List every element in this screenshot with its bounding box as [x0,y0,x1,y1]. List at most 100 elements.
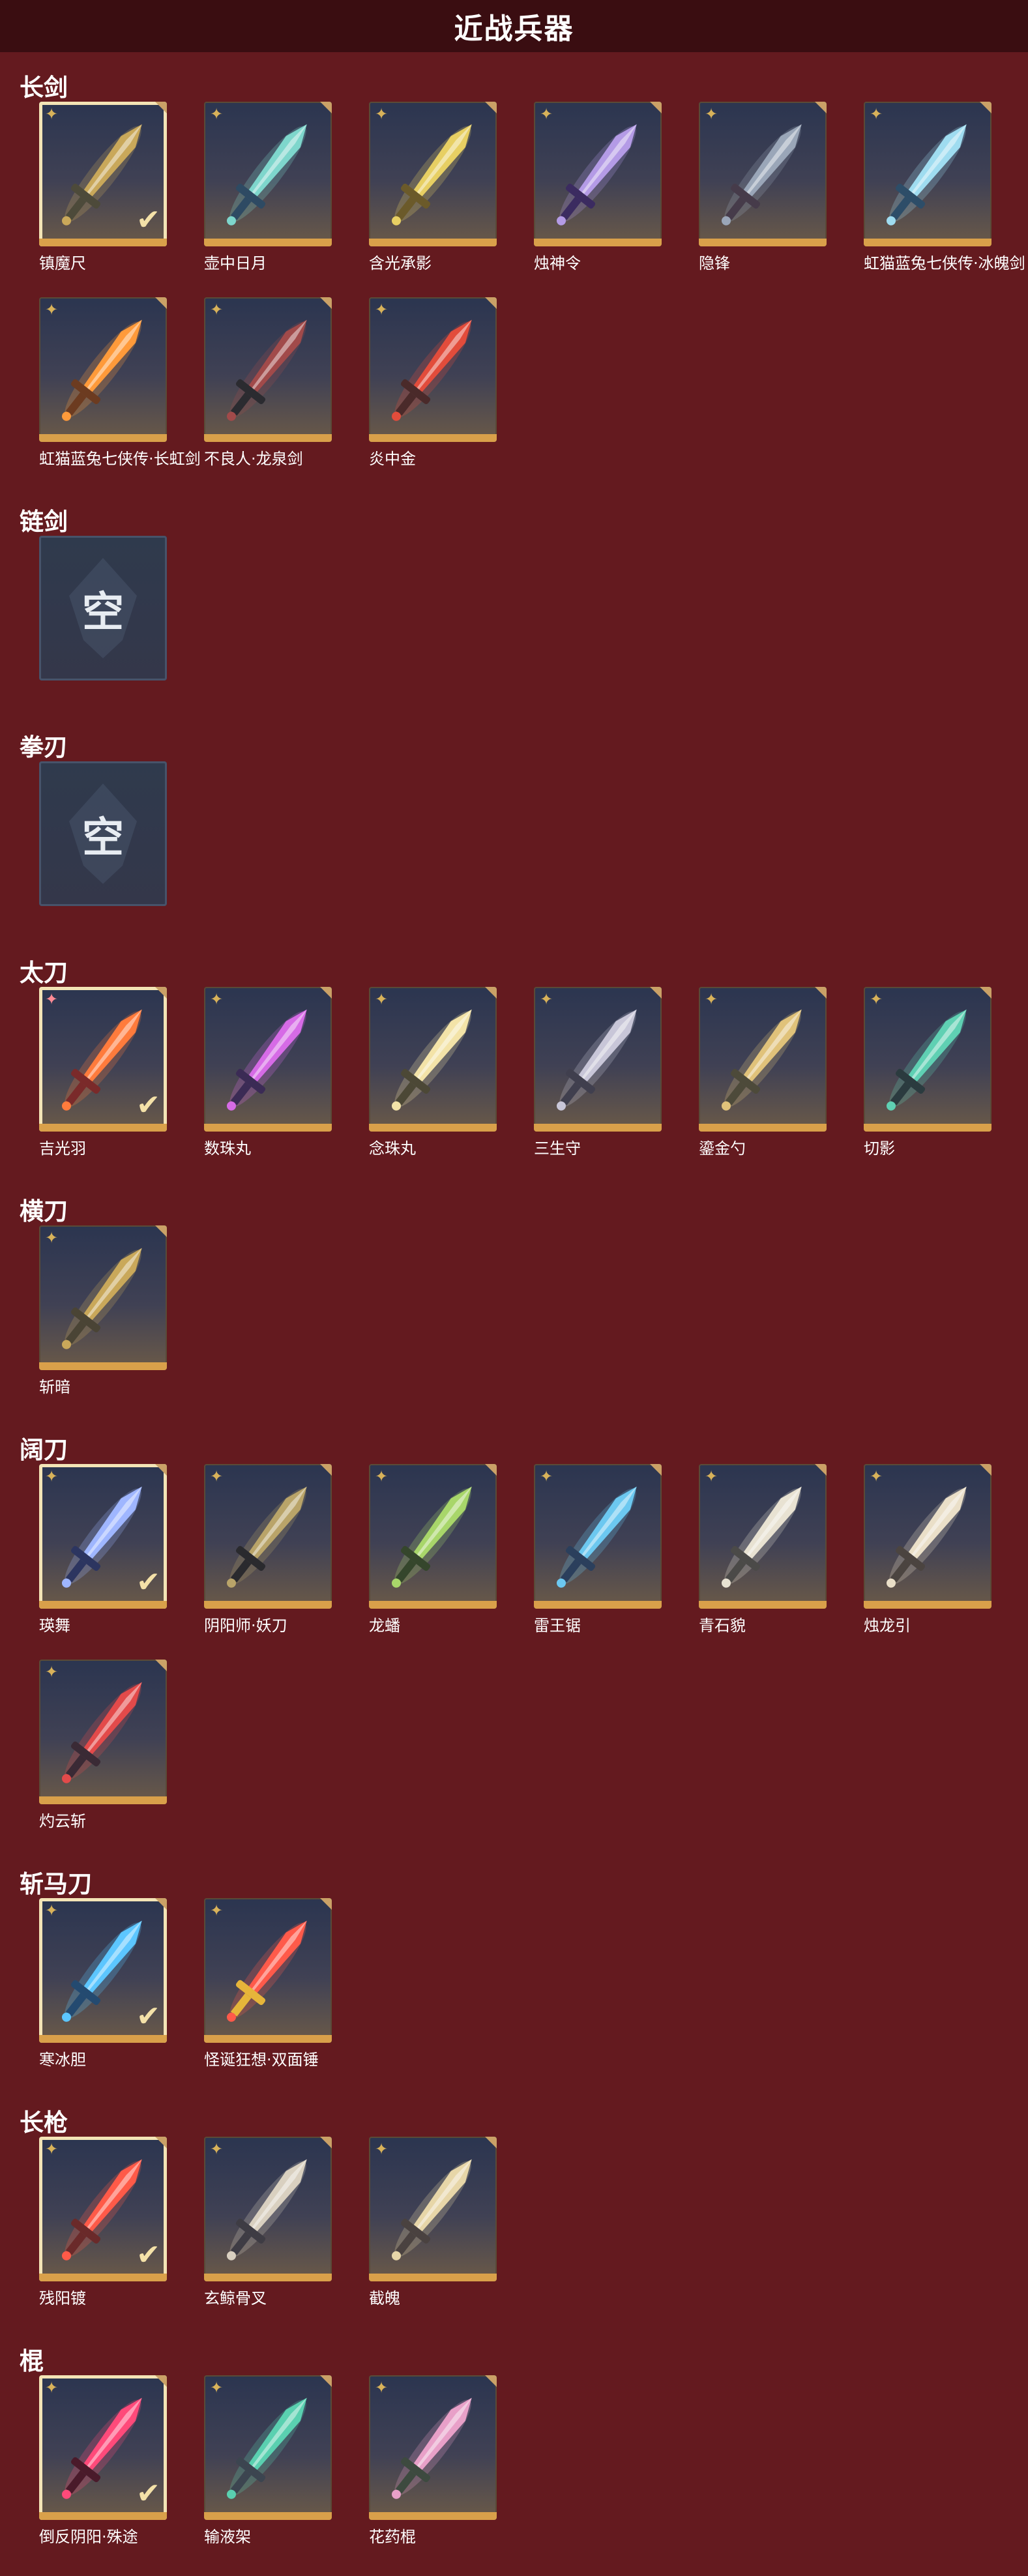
weapon-item[interactable]: ✦ 数珠丸 [186,987,349,1176]
empty-slot-card[interactable]: 空 [39,761,167,906]
card-corner [650,102,662,113]
weapon-item[interactable]: ✦ ✔ 镇魔尺 [21,102,184,291]
weapon-item[interactable]: ✦ 隐锋 [681,102,844,291]
card-corner [155,2375,167,2387]
empty-slot[interactable]: 空 [21,536,184,725]
card-corner [815,102,827,113]
empty-slot[interactable]: 空 [21,761,184,950]
weapon-item[interactable]: ✦ 三生守 [516,987,679,1176]
weapon-card[interactable]: ✦ [864,987,991,1132]
weapon-card[interactable]: ✦ [204,102,332,246]
weapon-card[interactable]: ✦ [864,102,991,246]
weapon-item[interactable]: ✦ 烛神令 [516,102,679,291]
weapon-item[interactable]: ✦ 花药棍 [351,2375,514,2564]
weapon-item[interactable]: ✦ 含光承影 [351,102,514,291]
weapon-item[interactable]: ✦ 切影 [845,987,1008,1176]
weapon-card[interactable]: ✦ [864,1464,991,1609]
weapon-card[interactable]: ✦ [204,2137,332,2281]
weapon-name: 虹猫蓝兔七侠传·长虹剑 [39,450,201,468]
weapon-icon [556,1486,637,1588]
weapon-card[interactable]: ✦ [369,1464,497,1609]
weapon-icon [556,124,637,226]
weapon-card[interactable]: ✦ [204,1898,332,2043]
weapon-item[interactable]: ✦ 雷王锯 [516,1464,679,1653]
weapon-card[interactable]: ✦ ✔ [39,2137,167,2281]
card-corner [320,987,332,999]
card-corner [155,2137,167,2148]
weapon-card[interactable]: ✦ [204,987,332,1132]
weapon-card[interactable]: ✦ [369,2375,497,2520]
weapon-card[interactable]: ✦ [534,987,662,1132]
weapon-item[interactable]: ✦ 鎏金勺 [681,987,844,1176]
weapon-item[interactable]: ✦ ✔ 倒反阴阳·殊途 [21,2375,184,2564]
category-section-horizontal-blade: 横刀 ✦ 斩暗 [0,1188,1028,1426]
weapon-item[interactable]: ✦ 龙蟠 [351,1464,514,1653]
weapon-card[interactable]: ✦ [204,2375,332,2520]
rarity-bar [699,239,827,246]
weapon-card[interactable]: ✦ ✔ [39,1464,167,1609]
weapon-card[interactable]: ✦ [699,1464,827,1609]
weapon-item[interactable]: ✦ ✔ 寒冰胆 [21,1898,184,2087]
weapon-card[interactable]: ✦ ✔ [39,102,167,246]
rarity-star-icon: ✦ [375,300,389,319]
weapon-card[interactable]: ✦ ✔ [39,1898,167,2043]
rarity-bar [204,239,332,246]
weapon-item[interactable]: ✦ ✔ 瑛舞 [21,1464,184,1653]
rarity-star-icon: ✦ [375,1467,389,1486]
rarity-star-icon: ✦ [45,300,59,319]
weapon-item[interactable]: ✦ 烛龙引 [845,1464,1008,1653]
weapon-name: 龙蟠 [369,1617,400,1635]
weapon-card[interactable]: ✦ [204,1464,332,1609]
category-section-fist-blade: 拳刃空 [0,724,1028,949]
weapon-card[interactable]: ✦ [369,987,497,1132]
weapon-card[interactable]: ✦ ✔ [39,987,167,1132]
weapon-item[interactable]: ✦ ✔ 吉光羽 [21,987,184,1176]
weapon-card[interactable]: ✦ [39,1225,167,1370]
weapon-name: 残阳镀 [39,2289,86,2307]
weapon-icon [226,2397,307,2499]
rarity-star-icon: ✦ [705,1467,718,1486]
weapon-card[interactable]: ✦ [534,102,662,246]
weapon-name: 镇魔尺 [39,254,86,272]
weapon-icon [391,319,472,421]
weapon-card[interactable]: ✦ [369,297,497,442]
weapon-icon [61,1682,142,1783]
weapon-card[interactable]: ✦ [369,102,497,246]
weapon-item[interactable]: ✦ 念珠丸 [351,987,514,1176]
weapon-card[interactable]: ✦ [699,987,827,1132]
weapon-card[interactable]: ✦ [369,2137,497,2281]
weapon-card[interactable]: ✦ ✔ [39,2375,167,2520]
rarity-star-icon: ✦ [210,105,224,123]
weapon-item[interactable]: ✦ 虹猫蓝兔七侠传·长虹剑 [21,297,201,486]
weapon-card[interactable]: ✦ [39,1660,167,1804]
weapon-item[interactable]: ✦ 炎中金 [351,297,514,486]
rarity-star-icon: ✦ [705,990,718,1008]
weapon-item[interactable]: ✦ 输液架 [186,2375,349,2564]
weapon-card[interactable]: ✦ [699,102,827,246]
weapon-item[interactable]: ✦ 青石貌 [681,1464,844,1653]
weapon-card[interactable]: ✦ [39,297,167,442]
card-corner [485,297,497,309]
rarity-star-icon: ✦ [375,105,389,123]
weapon-name: 怪诞狂想·双面锤 [204,2051,319,2069]
weapon-name: 灼云斩 [39,1812,86,1830]
empty-slot-card[interactable]: 空 [39,536,167,681]
weapon-item[interactable]: ✦ ✔ 残阳镀 [21,2137,184,2326]
weapon-item[interactable]: ✦ 怪诞狂想·双面锤 [186,1898,349,2087]
weapon-item[interactable]: ✦ 截魄 [351,2137,514,2326]
weapon-card[interactable]: ✦ [204,297,332,442]
weapon-item[interactable]: ✦ 阴阳师·妖刀 [186,1464,349,1653]
weapon-name: 切影 [864,1139,895,1158]
weapon-item[interactable]: ✦ 斩暗 [21,1225,184,1414]
page-title: 近战兵器 [454,12,574,46]
weapon-item[interactable]: ✦ 灼云斩 [21,1660,184,1849]
weapon-name: 玄鲸骨叉 [204,2289,267,2307]
weapon-item[interactable]: ✦ 不良人·龙泉剑 [186,297,349,486]
rarity-bar [864,239,991,246]
rarity-star-icon: ✦ [210,2140,224,2158]
weapon-card[interactable]: ✦ [534,1464,662,1609]
weapon-item[interactable]: ✦ 壶中日月 [186,102,349,291]
category-title: 链剑 [20,508,68,536]
weapon-item[interactable]: ✦ 虹猫蓝兔七侠传·冰魄剑 [845,102,1025,291]
weapon-item[interactable]: ✦ 玄鲸骨叉 [186,2137,349,2326]
